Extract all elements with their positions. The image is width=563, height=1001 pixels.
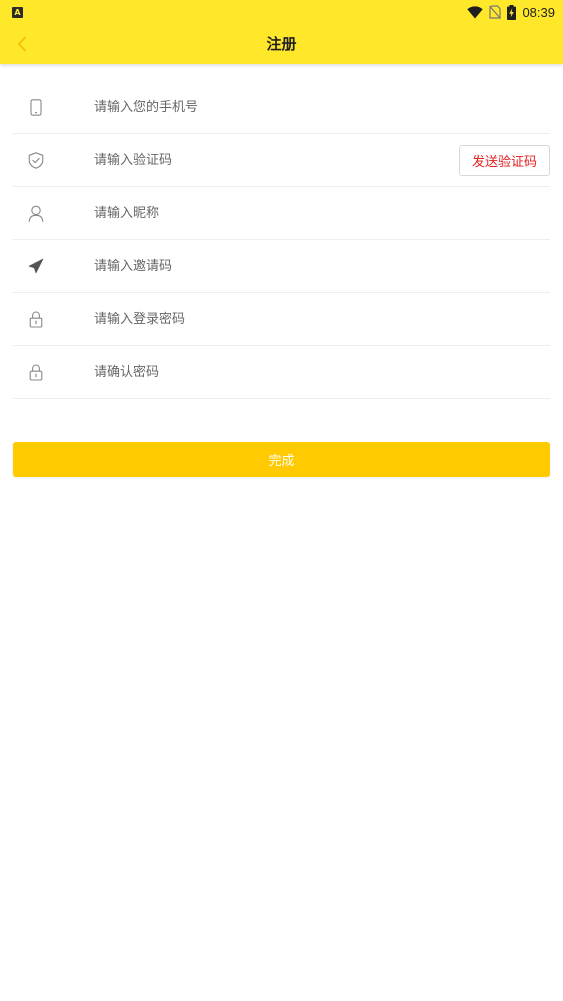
status-right: 08:39: [467, 4, 555, 20]
app-notification-icon: A: [12, 6, 23, 18]
phone-icon: [26, 97, 46, 117]
phone-row: [13, 81, 550, 134]
verification-code-row: 发送验证码: [13, 134, 550, 187]
back-button[interactable]: [8, 30, 36, 58]
register-screen: A 08:39 注册 请输入您的手机号 请输入验证码 发送验证码 请输入昵称 请…: [0, 0, 563, 1001]
status-time: 08:39: [522, 4, 555, 20]
password-input[interactable]: [94, 293, 454, 345]
send-code-button[interactable]: 发送验证码: [459, 145, 550, 176]
wifi-icon: [467, 5, 484, 18]
send-icon: [26, 256, 46, 276]
invite-code-row: [13, 240, 550, 293]
verification-code-input[interactable]: [94, 134, 454, 186]
page-title: 注册: [266, 35, 297, 53]
nickname-input[interactable]: [94, 187, 454, 239]
battery-charging-icon: [507, 4, 517, 20]
submit-button[interactable]: 完成: [13, 442, 550, 477]
status-bar: A 08:39: [0, 0, 563, 24]
register-form: 发送验证码: [13, 81, 550, 399]
password-row: [13, 293, 550, 346]
phone-input[interactable]: [94, 81, 454, 133]
no-sim-icon: [489, 5, 502, 19]
lock-icon: [26, 362, 46, 382]
title-bar: 注册: [0, 24, 563, 64]
chevron-left-icon: [18, 36, 26, 52]
user-icon: [26, 203, 46, 223]
confirm-password-row: [13, 346, 550, 399]
invite-code-input[interactable]: [94, 240, 454, 292]
shield-icon: [26, 150, 46, 170]
status-left: A: [12, 6, 23, 18]
nickname-row: [13, 187, 550, 240]
confirm-password-input[interactable]: [94, 346, 454, 398]
lock-icon: [26, 309, 46, 329]
